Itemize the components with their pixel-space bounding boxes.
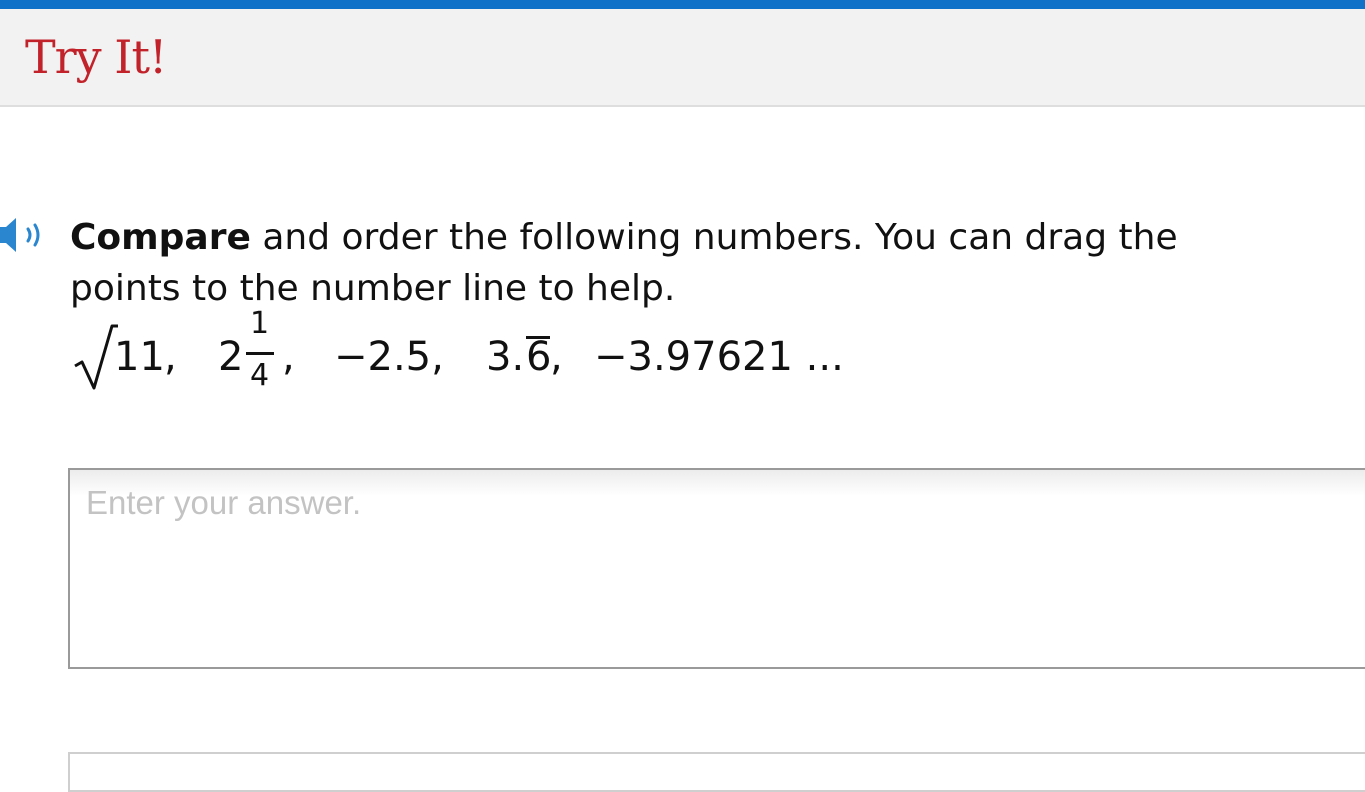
separator: , [164,334,177,380]
audio-play-button[interactable] [0,214,54,256]
repeating-decimal-base: 3. [486,334,525,380]
top-accent-bar [0,0,1365,9]
repeating-digit: 6 [526,334,552,380]
negative-irrational: −3.97621 ... [594,334,844,380]
prompt-text-line1: and order the following numbers. You can… [250,217,1178,258]
question-prompt: Compare and order the following numbers.… [70,212,1360,314]
separator: , [550,334,563,380]
answer-input[interactable] [68,468,1365,669]
separator: , [282,334,295,380]
page-header: Try It! [0,9,1365,107]
fraction-numerator: 1 [250,306,270,341]
negative-decimal: −2.5, [334,334,444,380]
prompt-bold-word: Compare [70,217,251,258]
radical-sign [74,324,118,390]
sqrt-radicand: 11 [114,334,165,380]
fraction-bar [246,352,274,355]
prompt-text-line2: points to the number line to help. [70,268,676,309]
fraction-denominator: 4 [250,358,270,393]
number-line-panel [68,752,1365,792]
speaker-icon [0,218,40,252]
mixed-number-whole: 2 [218,334,244,380]
page-title: Try It! [25,30,167,84]
